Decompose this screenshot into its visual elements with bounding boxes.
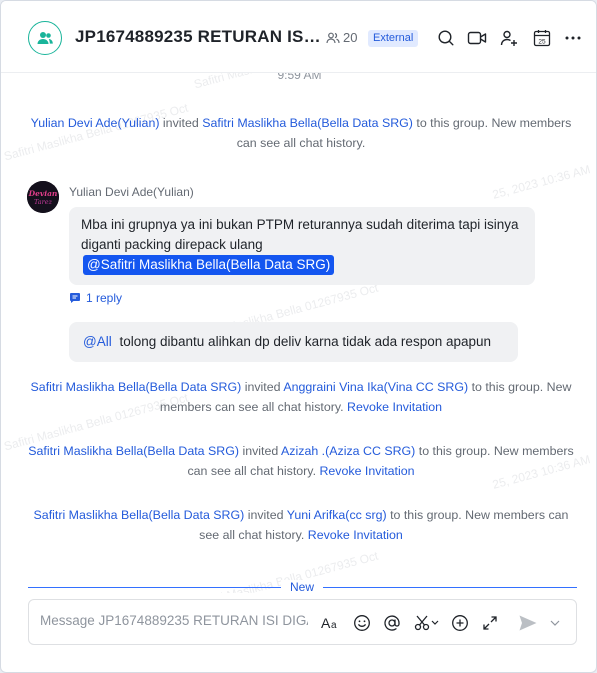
external-badge: External bbox=[368, 30, 419, 47]
system-message: Safitri Maslikha Bella(Bella Data SRG) i… bbox=[23, 441, 579, 481]
new-messages-label: New bbox=[281, 580, 324, 593]
system-message: Yulian Devi Ade(Yulian) invited Safitri … bbox=[23, 113, 579, 153]
member-count[interactable]: 20 bbox=[326, 30, 357, 45]
system-target[interactable]: Safitri Maslikha Bella(Bella Data SRG) bbox=[202, 116, 413, 130]
mention-icon[interactable] bbox=[382, 613, 402, 633]
system-target[interactable]: Azizah .(Aziza CC SRG) bbox=[281, 444, 415, 458]
message-text: Mba ini grupnya ya ini bukan PTPM retura… bbox=[81, 217, 519, 252]
system-verb: invited bbox=[247, 508, 284, 522]
message-input[interactable] bbox=[40, 613, 308, 628]
message-bubble[interactable]: Mba ini grupnya ya ini bukan PTPM retura… bbox=[69, 207, 535, 285]
chat-header: JP1674889235 RETURAN ISI DIGANTI PACKING… bbox=[1, 1, 596, 73]
mention-tag[interactable]: @Safitri Maslikha Bella(Bella Data SRG) bbox=[83, 255, 335, 275]
message-text: tolong dibantu alihkan dp deliv karna ti… bbox=[119, 334, 492, 349]
system-actor[interactable]: Safitri Maslikha Bella(Bella Data SRG) bbox=[31, 380, 242, 394]
system-message: Safitri Maslikha Bella(Bella Data SRG) i… bbox=[23, 505, 579, 545]
system-verb: invited bbox=[242, 444, 279, 458]
message-bubble[interactable]: @All tolong dibantu alihkan dp deliv kar… bbox=[69, 322, 518, 362]
emoji-icon[interactable] bbox=[352, 613, 372, 633]
avatar-logo: Devian Tarez bbox=[27, 181, 59, 213]
member-count-value: 20 bbox=[343, 30, 358, 45]
members-icon bbox=[326, 32, 340, 43]
avatar[interactable]: Devian Tarez bbox=[27, 181, 59, 213]
revoke-invitation-link[interactable]: Revoke Invitation bbox=[347, 400, 442, 414]
message-feed[interactable]: Safitri Maslikha Bella 01267935 Oct Safi… bbox=[1, 73, 596, 593]
revoke-invitation-link[interactable]: Revoke Invitation bbox=[308, 528, 403, 542]
svg-text:Tarez: Tarez bbox=[34, 198, 53, 206]
message-timestamp: 9:59 AM bbox=[277, 73, 322, 82]
more-icon[interactable] bbox=[563, 28, 583, 48]
add-member-icon[interactable] bbox=[499, 28, 519, 48]
group-avatar[interactable] bbox=[28, 21, 62, 55]
svg-text:A: A bbox=[321, 615, 331, 631]
system-actor[interactable]: Yulian Devi Ade(Yulian) bbox=[31, 116, 160, 130]
sender-name[interactable]: Yulian Devi Ade(Yulian) bbox=[69, 185, 194, 199]
system-verb: invited bbox=[244, 380, 281, 394]
revoke-invitation-link[interactable]: Revoke Invitation bbox=[319, 464, 414, 478]
chat-title[interactable]: JP1674889235 RETURAN ISI DIGANTI PACKING… bbox=[75, 27, 323, 47]
message-composer: Aa bbox=[28, 599, 577, 645]
group-icon bbox=[37, 32, 53, 44]
thread-reply-link[interactable]: 1 reply bbox=[69, 291, 122, 305]
thread-icon bbox=[70, 293, 80, 303]
add-icon[interactable] bbox=[450, 613, 470, 633]
system-actor[interactable]: Safitri Maslikha Bella(Bella Data SRG) bbox=[28, 444, 239, 458]
svg-text:25: 25 bbox=[538, 38, 546, 45]
chat-window: JP1674889235 RETURAN ISI DIGANTI PACKING… bbox=[0, 0, 597, 673]
calendar-icon[interactable]: 25 bbox=[532, 28, 552, 48]
system-target[interactable]: Anggraini Vina Ika(Vina CC SRG) bbox=[283, 380, 468, 394]
system-actor[interactable]: Safitri Maslikha Bella(Bella Data SRG) bbox=[34, 508, 245, 522]
send-options-icon[interactable] bbox=[548, 613, 562, 633]
system-message: Safitri Maslikha Bella(Bella Data SRG) i… bbox=[23, 377, 579, 417]
system-target[interactable]: Yuni Arifka(cc srg) bbox=[287, 508, 387, 522]
screenshot-icon[interactable] bbox=[413, 613, 441, 633]
mention-all-tag[interactable]: @All bbox=[83, 334, 112, 349]
send-icon[interactable] bbox=[518, 613, 538, 633]
text-format-icon[interactable]: Aa bbox=[321, 613, 341, 633]
watermark: 25, 2023 10:36 AM bbox=[490, 162, 592, 202]
search-icon[interactable] bbox=[436, 28, 456, 48]
video-call-icon[interactable] bbox=[467, 28, 487, 48]
system-verb: invited bbox=[162, 116, 199, 130]
svg-text:a: a bbox=[331, 620, 337, 631]
reply-count: 1 reply bbox=[86, 291, 123, 305]
expand-icon[interactable] bbox=[480, 613, 500, 633]
svg-text:Devian: Devian bbox=[28, 189, 58, 198]
